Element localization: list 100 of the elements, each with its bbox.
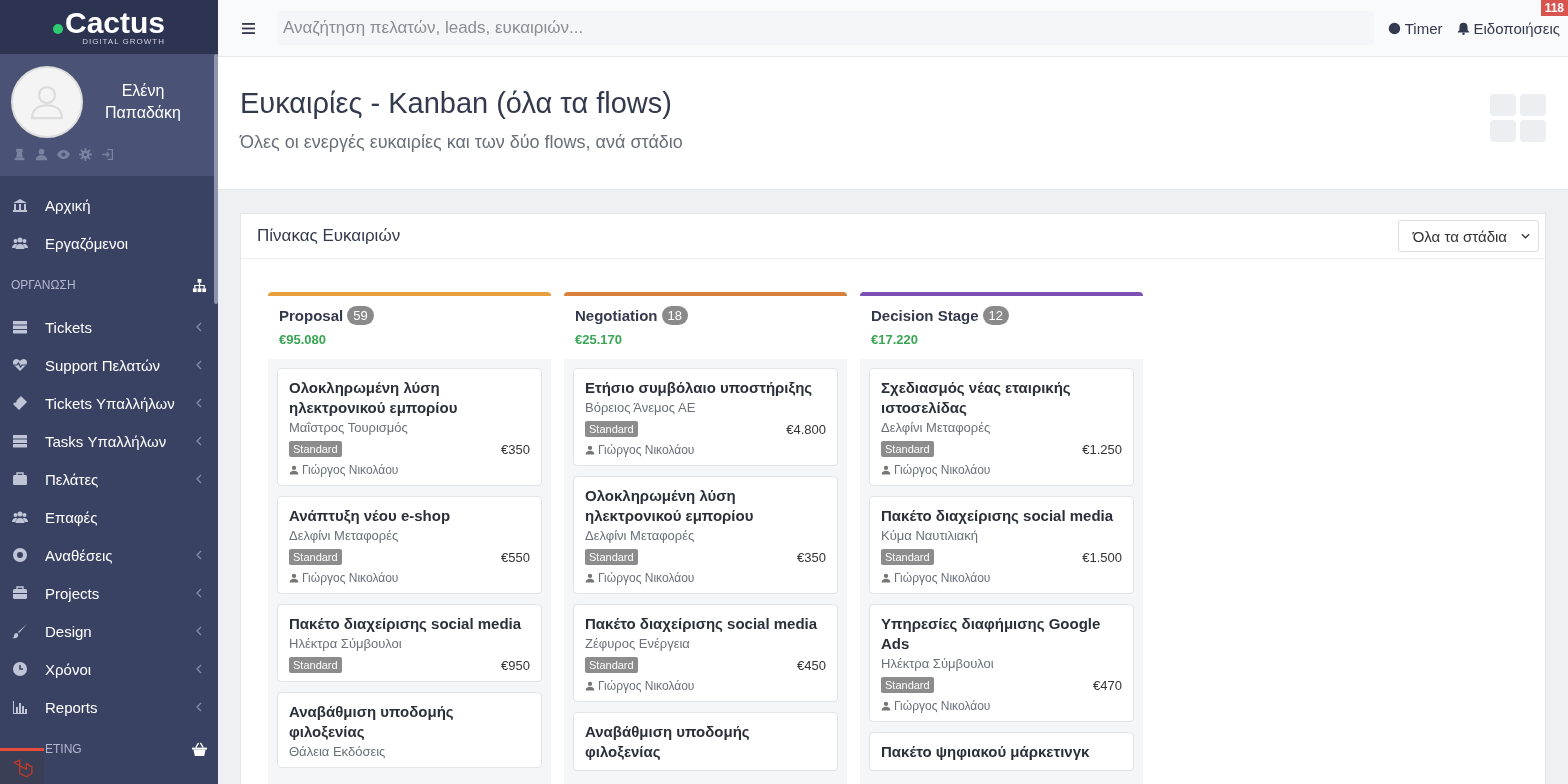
sidebar-item[interactable]: Εργαζόμενοι xyxy=(0,224,218,262)
opportunity-card[interactable]: Ολοκληρωμένη λύση ηλεκτρονικού εμπορίου Μαΐστρος Τουρισμός Standard €350 Γιώργος Νικολάου xyxy=(277,368,542,486)
company-name: Ζέφυρος Ενέργεια xyxy=(585,636,691,651)
chess-piece-icon[interactable] xyxy=(13,148,26,161)
amount: €1.250 xyxy=(1082,441,1122,457)
owner-name: Γιώργος Νικολάου xyxy=(598,679,695,693)
user-icon xyxy=(585,445,595,455)
opportunity-card[interactable]: Ετήσιο συμβόλαιο υποστήριξης Βόρειος Άνεμος ΑΕ Standard €4.800 Γιώργος Νικολάου xyxy=(573,368,838,466)
user-icon xyxy=(881,465,891,475)
sidebar-item[interactable]: Support Πελατών xyxy=(0,346,218,384)
notification-count: 118 xyxy=(1540,0,1568,16)
sitemap-icon xyxy=(192,277,207,293)
opportunity-card[interactable]: Πακέτο διαχείρισης social media Κύμα Ναυτιλιακή Standard €1.500 Γιώργος Νικολάου xyxy=(869,496,1134,594)
user-icon xyxy=(881,701,891,711)
column-title: Proposal xyxy=(279,307,344,324)
users-icon xyxy=(11,235,29,251)
owner-name: Γιώργος Νικολάου xyxy=(894,699,991,713)
stage-filter-dropdown[interactable]: Όλα τα στάδια xyxy=(1397,220,1539,252)
sidebar-item[interactable]: Projects xyxy=(0,574,218,612)
timer-link[interactable]: Timer xyxy=(1387,19,1443,37)
sidebar-item[interactable]: Πελάτες xyxy=(0,460,218,498)
sidebar-item[interactable]: Αρχική xyxy=(0,186,218,224)
eye-icon[interactable] xyxy=(57,148,70,161)
suitcase-icon xyxy=(11,471,29,487)
card-title: Σχεδιασμός νέας εταιρικής ιστοσελίδας xyxy=(881,378,1072,418)
panel-title: Πίνακας Ευκαιριών xyxy=(257,226,401,246)
card-title: Πακέτο διαχείρισης social media xyxy=(881,506,1115,526)
company-name: Μαΐστρος Τουρισμός xyxy=(289,420,409,435)
amount: €350 xyxy=(797,549,826,565)
count-badge: 12 xyxy=(982,306,1009,325)
sidebar-item[interactable]: Tickets xyxy=(0,308,218,346)
amount: €550 xyxy=(501,549,530,565)
company-name: Ηλέκτρα Σύμβουλοι xyxy=(881,656,995,671)
user-name: Ελένη Παπαδάκη xyxy=(104,81,182,123)
owner-name: Γιώργος Νικολάου xyxy=(302,571,399,585)
amount: €450 xyxy=(797,657,826,673)
sidebar-item[interactable]: Χρόνοι xyxy=(0,650,218,688)
notifications-link[interactable]: Ειδοποιήσεις xyxy=(1456,19,1560,37)
opportunity-card[interactable]: Υπηρεσίες διαφήμισης Google Ads Ηλέκτρα Σύμβουλοι Standard €470 Γιώργος Νικολάου xyxy=(869,604,1134,722)
bar-chart-icon xyxy=(11,699,29,715)
sidebar-item[interactable]: Επαφές xyxy=(0,498,218,536)
sidebar-item[interactable]: Αναθέσεις xyxy=(0,536,218,574)
company-name: Δελφίνι Μεταφορές xyxy=(585,528,696,543)
paint-brush-icon xyxy=(11,623,29,639)
company-name: Κύμα Ναυτιλιακή xyxy=(881,528,980,543)
opportunity-card[interactable]: Πακέτο διαχείρισης social media Ηλέκτρα Σύμβουλοι Standard €950 xyxy=(277,604,542,682)
amount: €350 xyxy=(501,441,530,457)
logo[interactable]: Cactus xyxy=(52,8,165,38)
section-heading: ETING xyxy=(44,742,82,756)
column-total: €25.170 xyxy=(575,332,623,347)
opportunity-card[interactable]: Αναβάθμιση υποδομής φιλοξενίας xyxy=(573,712,838,771)
tag: Standard xyxy=(881,549,934,565)
briefcase-icon xyxy=(11,585,29,601)
card-title: Ανάπτυξη νέου e-shop xyxy=(289,506,452,526)
clock-icon xyxy=(11,661,29,677)
logo-badge[interactable] xyxy=(0,748,44,784)
section-heading: ΟΡΓΑΝΩΣΗ xyxy=(11,278,76,292)
card-title: Υπηρεσίες διαφήμισης Google Ads xyxy=(881,614,1102,654)
tag: Standard xyxy=(881,441,934,457)
opportunity-card[interactable]: Ολοκληρωμένη λύση ηλεκτρονικού εμπορίου Δελφίνι Μεταφορές Standard €350 Γιώργος Νικολάου xyxy=(573,476,838,594)
column-title: Decision Stage xyxy=(871,307,979,324)
sign-in-icon[interactable] xyxy=(101,148,114,161)
amount: €1.500 xyxy=(1082,549,1122,565)
amount: €4.800 xyxy=(786,421,826,437)
user-icon xyxy=(585,681,595,691)
card-title: Ολοκληρωμένη λύση ηλεκτρονικού εμπορίου xyxy=(289,378,459,418)
sidebar-item[interactable]: Tasks Υπαλλήλων xyxy=(0,422,218,460)
user-icon xyxy=(881,573,891,583)
user-icon xyxy=(585,573,595,583)
sidebar-item[interactable]: Design xyxy=(0,612,218,650)
bank-icon xyxy=(11,197,29,213)
user-icon xyxy=(289,465,299,475)
tag: Standard xyxy=(289,657,342,673)
opportunity-card[interactable]: Αναβάθμιση υποδομής φιλοξενίας Θάλεια Εκδόσεις xyxy=(277,692,542,768)
opportunity-card[interactable]: Πακέτο ψηφιακού μάρκετινγκ xyxy=(869,732,1134,771)
tag: Standard xyxy=(585,549,638,565)
count-badge: 59 xyxy=(347,306,374,325)
settings-icon[interactable] xyxy=(79,148,92,161)
count-badge: 18 xyxy=(661,306,688,325)
card-title: Πακέτο διαχείρισης social media xyxy=(585,614,819,634)
card-title: Ετήσιο συμβόλαιο υποστήριξης xyxy=(585,378,814,398)
page-title: Ευκαιρίες - Kanban (όλα τα flows) xyxy=(240,87,673,120)
user-icon[interactable] xyxy=(35,148,48,161)
server-icon xyxy=(11,319,29,335)
server-icon xyxy=(11,433,29,449)
amount: €470 xyxy=(1093,677,1122,693)
owner-name: Γιώργος Νικολάου xyxy=(598,571,695,585)
user-icon xyxy=(289,573,299,583)
tag: Standard xyxy=(585,421,638,437)
card-title: Αναβάθμιση υποδομής φιλοξενίας xyxy=(585,722,751,762)
card-title: Αναβάθμιση υποδομής φιλοξενίας xyxy=(289,702,455,742)
owner-name: Γιώργος Νικολάου xyxy=(302,463,399,477)
scrollbar[interactable] xyxy=(214,54,218,304)
opportunity-card[interactable]: Ανάπτυξη νέου e-shop Δελφίνι Μεταφορές Standard €550 Γιώργος Νικολάου xyxy=(277,496,542,594)
sidebar-item[interactable]: Tickets Υπαλλήλων xyxy=(0,384,218,422)
opportunity-card[interactable]: Πακέτο διαχείρισης social media Ζέφυρος Ενέργεια Standard €450 Γιώργος Νικολάου xyxy=(573,604,838,702)
company-name: Βόρειος Άνεμος ΑΕ xyxy=(585,400,697,415)
sidebar-item[interactable]: Reports xyxy=(0,688,218,726)
opportunity-card[interactable]: Σχεδιασμός νέας εταιρικής ιστοσελίδας Δελφίνι Μεταφορές Standard €1.250 Γιώργος Νικολάου xyxy=(869,368,1134,486)
search-field[interactable]: Αναζήτηση πελατών, leads, ευκαιριών... xyxy=(277,11,1374,45)
